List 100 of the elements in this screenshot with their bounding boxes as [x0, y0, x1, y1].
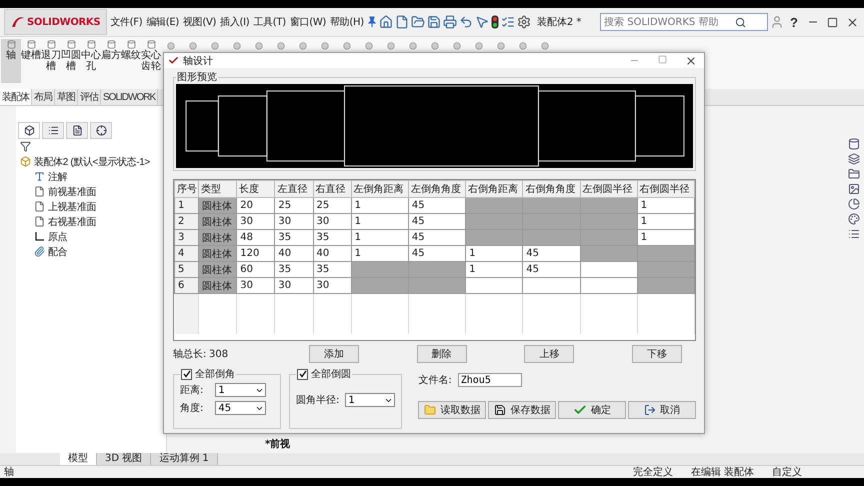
dropdown-field[interactable]: 45 [215, 401, 266, 415]
command-tool[interactable]: 螺纹 [121, 39, 141, 83]
status-text: 轴 [4, 466, 14, 478]
search-field[interactable]: 搜索 SOLIDWORKS 帮助 [600, 13, 768, 31]
table-cell[interactable]: 45 [408, 230, 466, 246]
row-action-button[interactable]: 删除 [416, 345, 467, 363]
table-cell[interactable]: 30 [313, 278, 352, 294]
tree-item[interactable]: 右视基准面 [48, 214, 96, 228]
view-label: *前视 [265, 438, 292, 451]
table-cell[interactable]: 60 [236, 262, 275, 278]
row-action-button[interactable]: 上移 [524, 345, 574, 363]
command-tab[interactable]: 布局 [32, 89, 55, 105]
command-tab[interactable]: 草图 [55, 89, 78, 105]
group-title: 图形预览 [176, 71, 218, 84]
command-tab[interactable]: 装配体 [0, 89, 32, 105]
command-tool[interactable]: 中心孔 [81, 39, 101, 83]
table-cell[interactable]: 45 [408, 198, 466, 214]
column-header[interactable]: 左倒角距离 [351, 180, 408, 198]
group-title: 全部倒圆 [311, 368, 351, 381]
table-cell[interactable]: 30 [313, 214, 352, 230]
status-text: 在编辑 装配体 [690, 466, 754, 478]
table-cell[interactable]: 1 [466, 262, 523, 278]
table-cell[interactable]: 35 [274, 262, 313, 278]
table-cell[interactable]: 45 [408, 246, 466, 262]
model-tab[interactable]: 3D 视图 [97, 453, 152, 465]
command-tool[interactable]: 扁方 [101, 39, 121, 83]
menu-item[interactable]: 视图(V) [182, 15, 218, 29]
table-cell[interactable]: 48 [236, 230, 275, 246]
table-cell[interactable]: 35 [274, 230, 313, 246]
column-header[interactable]: 右直径 [313, 180, 352, 198]
column-header[interactable]: 左直径 [274, 180, 313, 198]
table-cell[interactable]: 5 [174, 262, 199, 278]
table-cell[interactable]: 40 [313, 246, 352, 262]
column-header[interactable]: 左倒圆半径 [580, 180, 638, 198]
table-cell[interactable]: 1 [351, 198, 408, 214]
command-tab[interactable]: 评估 [78, 89, 101, 105]
table-cell[interactable]: 20 [236, 198, 275, 214]
row-action-button[interactable]: 下移 [632, 345, 682, 363]
command-tab[interactable]: SOLIDWORK [101, 89, 158, 105]
dialog-button[interactable]: 保存数据 [488, 401, 556, 419]
table-cell[interactable]: 30 [274, 214, 313, 230]
table-cell[interactable]: 45 [522, 262, 580, 278]
menu-item[interactable]: 编辑(E) [145, 15, 180, 29]
tree-item[interactable]: 上视基准面 [48, 200, 96, 214]
field-label: 圆角半径: [296, 394, 340, 407]
column-header[interactable]: 序号 [174, 180, 199, 198]
table-cell[interactable]: 6 [174, 278, 199, 294]
help-button[interactable]: ? [786, 14, 802, 30]
table-cell[interactable]: 30 [236, 214, 275, 230]
table-cell[interactable]: 1 [174, 198, 199, 214]
table-cell[interactable]: 40 [274, 246, 313, 262]
dialog-button[interactable]: 取消 [628, 401, 696, 419]
dropdown-field[interactable]: 1 [345, 393, 396, 407]
tree-item[interactable]: 原点 [48, 230, 68, 244]
table-cell[interactable]: 35 [313, 262, 352, 278]
table-cell[interactable]: 1 [637, 214, 694, 230]
command-tool[interactable]: 实心齿轮 [141, 39, 161, 83]
menu-item[interactable]: 窗口(W) [288, 15, 328, 29]
command-tool[interactable]: 轴 [1, 39, 21, 83]
column-header[interactable]: 类型 [198, 180, 237, 198]
table-cell[interactable]: 1 [351, 214, 408, 230]
table-cell[interactable]: 4 [174, 246, 199, 262]
model-tab[interactable]: 运动算例 1 [151, 453, 218, 465]
table-cell[interactable]: 30 [274, 278, 313, 294]
model-tab[interactable]: 模型 [60, 453, 97, 465]
table-cell[interactable]: 45 [522, 246, 580, 262]
table-cell[interactable]: 1 [351, 230, 408, 246]
table-cell[interactable]: 25 [313, 198, 352, 214]
menu-item[interactable]: 插入(I) [219, 15, 250, 29]
menu-item[interactable]: 文件(F) [109, 15, 144, 29]
row-action-button[interactable]: 添加 [309, 345, 359, 363]
column-header[interactable]: 右倒角角度 [522, 180, 580, 198]
table-cell[interactable]: 30 [236, 278, 275, 294]
column-header[interactable]: 右倒圆半径 [637, 180, 694, 198]
command-tool[interactable]: 退刀槽 [41, 39, 61, 83]
dialog-button[interactable]: 确定 [558, 401, 626, 419]
dialog-button[interactable]: 读取数据 [418, 401, 486, 419]
command-tool[interactable]: 键槽 [21, 39, 41, 83]
table-cell[interactable]: 1 [466, 246, 523, 262]
menu-item[interactable]: 工具(T) [252, 15, 287, 29]
file-name-field[interactable]: Zhou5 [458, 373, 522, 387]
table-cell[interactable]: 3 [174, 230, 199, 246]
column-header[interactable]: 右倒角距离 [466, 180, 523, 198]
tree-item[interactable]: 配合 [48, 244, 68, 258]
tree-item[interactable]: 前视基准面 [48, 184, 96, 198]
table-cell[interactable]: 35 [313, 230, 352, 246]
table-cell[interactable]: 1 [637, 230, 694, 246]
tree-item[interactable]: 装配体2 (默认<显示状态-1> [34, 154, 150, 168]
tree-item[interactable]: 注解 [48, 170, 68, 184]
table-cell[interactable]: 1 [351, 246, 408, 262]
table-cell[interactable]: 45 [408, 214, 466, 230]
table-cell[interactable]: 1 [637, 198, 694, 214]
column-header[interactable]: 长度 [236, 180, 275, 198]
table-cell[interactable]: 2 [174, 214, 199, 230]
table-cell[interactable]: 120 [236, 246, 275, 262]
dropdown-field[interactable]: 1 [215, 383, 266, 397]
column-header[interactable]: 左倒角角度 [408, 180, 466, 198]
command-tool[interactable]: 凹圆槽 [61, 39, 81, 83]
table-cell[interactable]: 25 [274, 198, 313, 214]
menu-item[interactable]: 帮助(H) [329, 15, 365, 29]
